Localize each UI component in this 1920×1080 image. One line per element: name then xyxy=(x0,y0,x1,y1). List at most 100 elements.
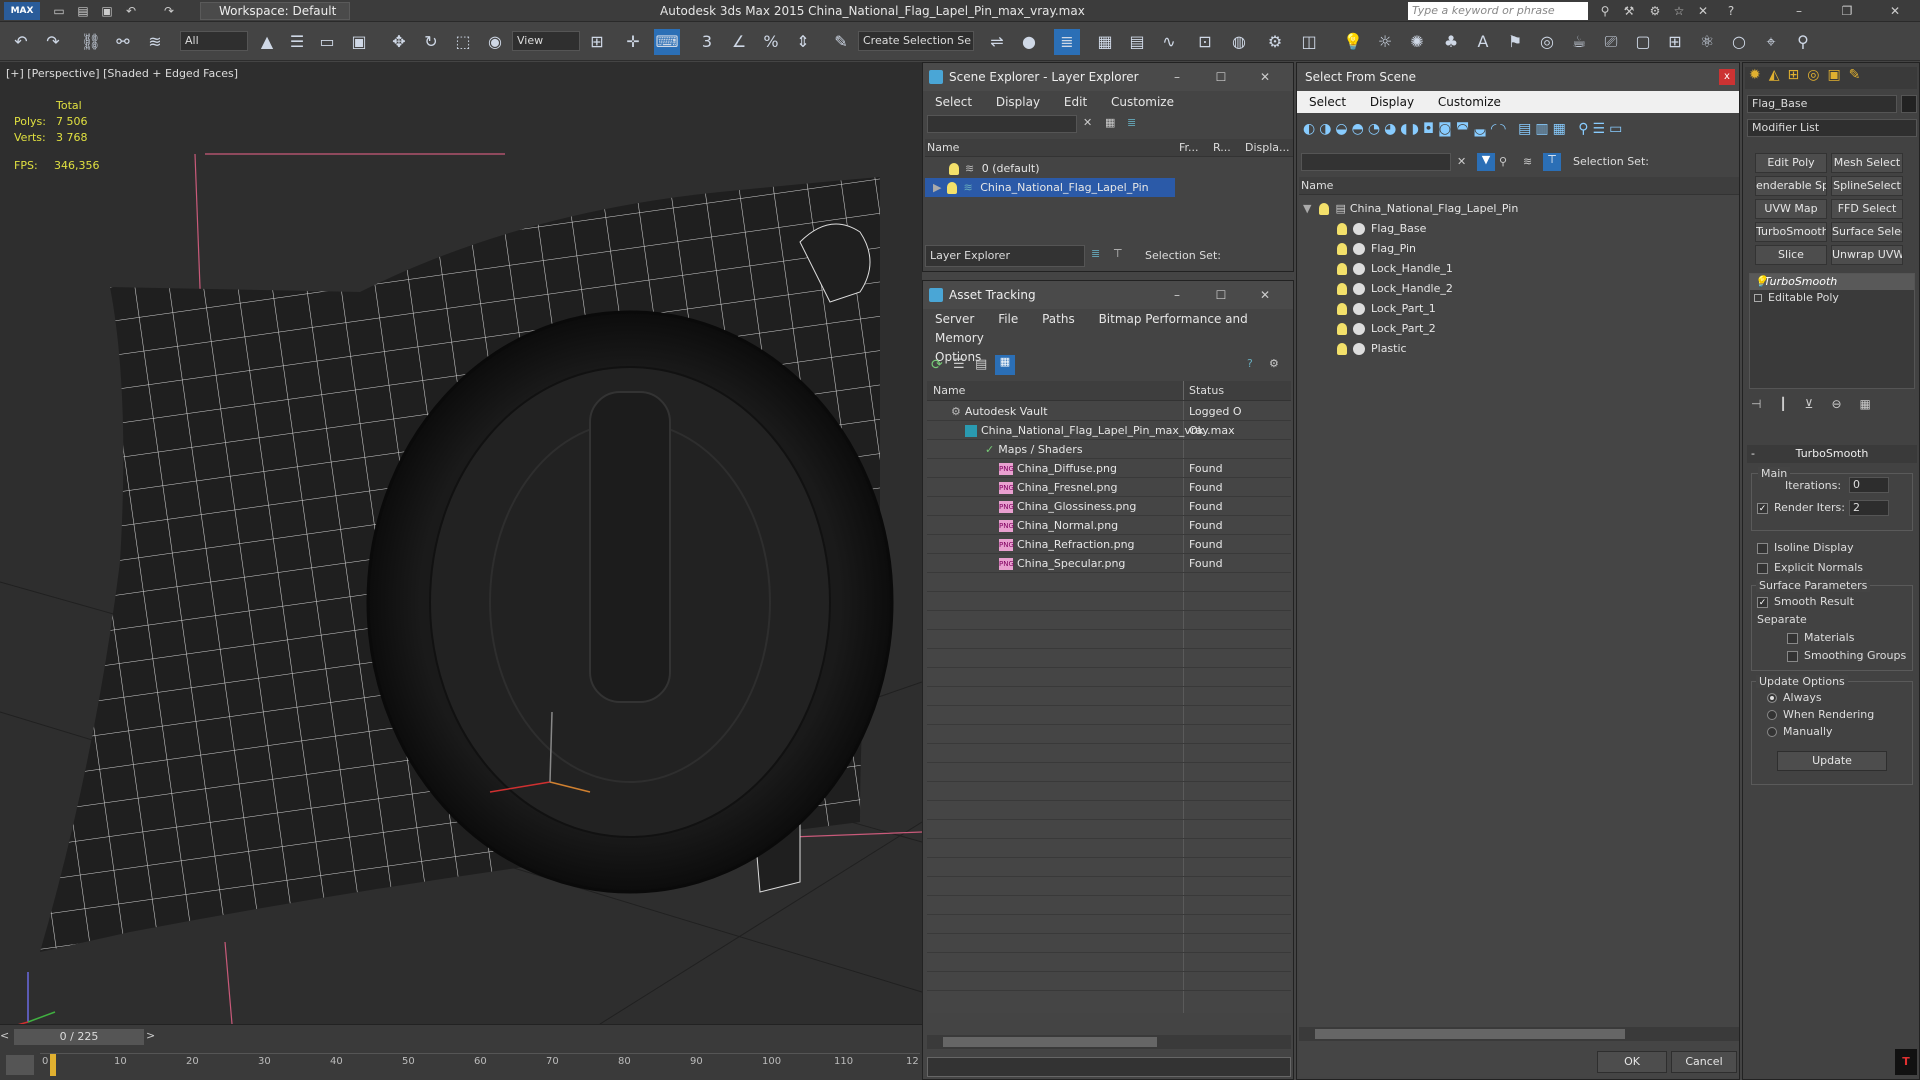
at-menu-bitmap[interactable]: Bitmap Performance and Memory xyxy=(935,312,1248,345)
stack-item-editable-poly[interactable]: Editable Poly xyxy=(1750,290,1914,306)
sfs-item-row[interactable]: Plastic xyxy=(1337,339,1407,358)
object-color-swatch[interactable] xyxy=(1901,95,1917,113)
asset-row-diffuse[interactable]: PNG China_Diffuse.png xyxy=(999,459,1117,478)
visibility-icon[interactable] xyxy=(1337,243,1347,255)
mirror-icon[interactable]: ⇌ xyxy=(984,29,1010,55)
spline-select-button[interactable]: SplineSelect xyxy=(1831,176,1903,196)
se-menu-select[interactable]: Select xyxy=(935,95,972,109)
expand-box-icon[interactable] xyxy=(1754,294,1762,302)
visibility-icon[interactable] xyxy=(1337,323,1347,335)
object-name-field[interactable]: Flag_Base xyxy=(1747,95,1897,113)
edit-poly-button[interactable]: Edit Poly xyxy=(1755,153,1827,173)
asset-row-maps[interactable]: ✓ Maps / Shaders xyxy=(985,440,1083,459)
bind-spacewarp-icon[interactable]: ≋ xyxy=(142,29,168,55)
rollout-collapse-icon[interactable]: - xyxy=(1751,445,1755,463)
select-manipulate-icon[interactable]: ✛ xyxy=(620,29,646,55)
close-search-icon[interactable]: ✕ xyxy=(1694,2,1712,20)
camera-icon[interactable]: ⎚ xyxy=(1598,29,1624,55)
at-col-name[interactable]: Name xyxy=(933,381,965,401)
render-setup-icon[interactable]: ⚙ xyxy=(1262,29,1288,55)
ffd-select-button[interactable]: FFD Select xyxy=(1831,199,1903,219)
time-prev-icon[interactable]: < xyxy=(0,1029,9,1042)
at-close-icon[interactable]: ✕ xyxy=(1243,281,1287,309)
move-icon[interactable]: ✥ xyxy=(386,29,412,55)
sfs-filter-icon[interactable]: ▼ xyxy=(1477,153,1495,171)
smooth-result-checkbox[interactable]: ✓ xyxy=(1757,596,1768,608)
scale-icon[interactable]: ⬚ xyxy=(450,29,476,55)
layer-explorer-icon[interactable]: ▦ xyxy=(1092,29,1118,55)
turbosmooth-rollout-header[interactable]: - TurboSmooth xyxy=(1747,445,1917,463)
visibility-icon[interactable] xyxy=(1319,203,1330,215)
at-help-icon[interactable]: ? xyxy=(1247,357,1253,370)
frame-icon[interactable]: ▢ xyxy=(1630,29,1656,55)
pivot-icon[interactable]: ⊞ xyxy=(584,29,610,55)
sfs-cancel-button[interactable]: Cancel xyxy=(1671,1051,1737,1073)
visibility-icon[interactable] xyxy=(1337,263,1347,275)
keyboard-shortcut-icon[interactable]: ⌨ xyxy=(654,29,680,55)
save-file-icon[interactable]: ▣ xyxy=(98,2,116,20)
sfs-item-row[interactable]: Lock_Handle_2 xyxy=(1337,279,1453,298)
binoculars-icon[interactable]: ⚲ xyxy=(1596,2,1614,20)
workspace-dropdown[interactable]: Workspace: Default xyxy=(200,2,350,20)
stack-item-turbosmooth[interactable]: 💡 TurboSmooth xyxy=(1750,274,1914,290)
always-radio[interactable] xyxy=(1767,693,1777,703)
expand-arrow-icon[interactable]: ▶ xyxy=(933,181,941,194)
grid-icon[interactable]: ⊞ xyxy=(1662,29,1688,55)
se-menu-display[interactable]: Display xyxy=(996,95,1040,109)
teapot-icon[interactable]: ☕ xyxy=(1566,29,1592,55)
se-filter-icon[interactable]: ▦ xyxy=(1105,116,1115,129)
snap-toggle-icon[interactable]: 3 xyxy=(694,29,720,55)
at-col-status[interactable]: Status xyxy=(1189,381,1224,401)
manually-radio[interactable] xyxy=(1767,727,1777,737)
ring-icon[interactable]: ○ xyxy=(1726,29,1752,55)
table-view-icon[interactable]: ▦ xyxy=(995,355,1015,375)
sfs-search-input[interactable] xyxy=(1301,153,1451,171)
tools-icon[interactable]: ⚒ xyxy=(1620,2,1638,20)
select-object-icon[interactable]: ▲ xyxy=(254,29,280,55)
unwrap-uvw-button[interactable]: Unwrap UVW xyxy=(1831,245,1903,265)
graphite-toggle-icon[interactable]: ▤ xyxy=(1124,29,1150,55)
angle-snap-icon[interactable]: ∠ xyxy=(726,29,752,55)
list-view-icon[interactable]: ☰ xyxy=(953,357,965,372)
material-editor-icon[interactable]: ◍ xyxy=(1226,29,1252,55)
align-icon[interactable]: ● xyxy=(1016,29,1042,55)
scene-explorer-titlebar[interactable]: Scene Explorer - Layer Explorer – ☐ ✕ xyxy=(923,63,1293,91)
render-iters-spinner[interactable]: 2 xyxy=(1849,500,1889,516)
undo-icon[interactable]: ↶ xyxy=(8,29,34,55)
mesh-select-button[interactable]: Mesh Select xyxy=(1831,153,1903,173)
asset-tracking-titlebar[interactable]: Asset Tracking – ☐ ✕ xyxy=(923,281,1293,309)
track-bar-toggle-icon[interactable] xyxy=(6,1055,34,1075)
time-marker[interactable] xyxy=(50,1054,56,1076)
visibility-icon[interactable] xyxy=(1337,283,1347,295)
rotate-icon[interactable]: ↻ xyxy=(418,29,444,55)
explorer-type-dropdown[interactable]: Layer Explorer xyxy=(925,245,1085,267)
smoothing-groups-row[interactable]: Smoothing Groups xyxy=(1787,649,1906,662)
update-button[interactable]: Update xyxy=(1777,751,1887,771)
edit-named-selection-icon[interactable]: ✎ xyxy=(828,29,854,55)
tree-icon[interactable]: ♣ xyxy=(1438,29,1464,55)
renderable-spline-button[interactable]: enderable Splir xyxy=(1755,176,1827,196)
at-horizontal-scrollbar[interactable] xyxy=(927,1035,1291,1049)
always-row[interactable]: Always xyxy=(1767,691,1822,704)
visibility-icon[interactable] xyxy=(1337,223,1347,235)
collapse-arrow-icon[interactable]: ▼ xyxy=(1303,202,1311,215)
render-frame-icon[interactable]: ◫ xyxy=(1296,29,1322,55)
asset-row-glossiness[interactable]: PNG China_Glossiness.png xyxy=(999,497,1136,516)
sfs-titlebar[interactable]: Select From Scene x xyxy=(1297,63,1739,91)
modifier-on-icon[interactable]: 💡 xyxy=(1754,274,1768,290)
sfs-filter-toolbar[interactable]: ◐◑◒◓◔◕◖◗◘◙◚◛◜◝ ▤▥▦ ⚲☰▭ xyxy=(1303,121,1737,143)
slice-button[interactable]: Slice xyxy=(1755,245,1827,265)
torus-icon[interactable]: ◎ xyxy=(1534,29,1560,55)
redo-icon[interactable]: ↷ xyxy=(40,29,66,55)
help-icon[interactable]: ? xyxy=(1722,2,1740,20)
uvw-map-button[interactable]: UVW Map xyxy=(1755,199,1827,219)
ref-coord-dropdown[interactable]: View xyxy=(512,31,580,51)
time-next-icon[interactable]: > xyxy=(146,1029,155,1042)
se-col-name[interactable]: Name xyxy=(927,139,959,157)
se-maximize-icon[interactable]: ☐ xyxy=(1199,63,1243,91)
asset-row-specular[interactable]: PNG China_Specular.png xyxy=(999,554,1125,573)
visibility-icon[interactable] xyxy=(1337,343,1347,355)
open-file-icon[interactable]: ▤ xyxy=(74,2,92,20)
percent-snap-icon[interactable]: % xyxy=(758,29,784,55)
se-menu-customize[interactable]: Customize xyxy=(1111,95,1174,109)
